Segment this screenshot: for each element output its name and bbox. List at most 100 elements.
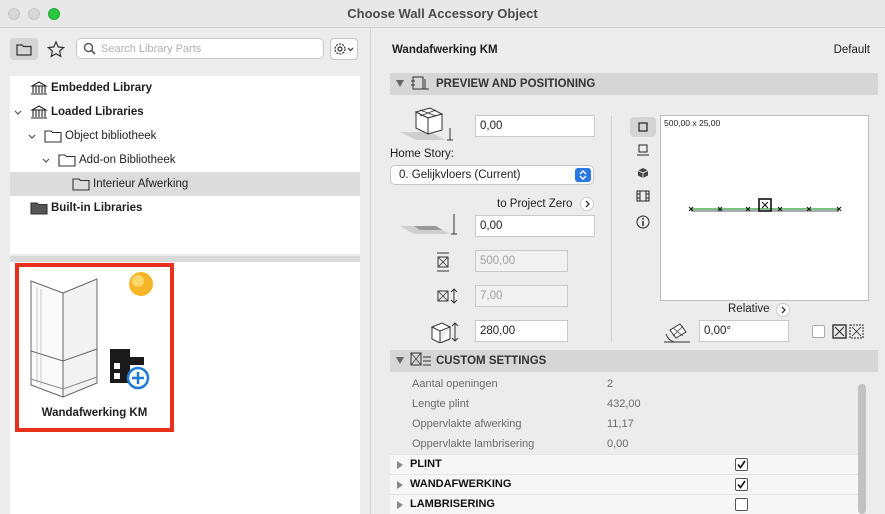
info-button[interactable] bbox=[630, 212, 656, 232]
param-value: 0,00 bbox=[607, 438, 629, 450]
chevron-right-icon bbox=[585, 200, 590, 208]
sun-status-icon bbox=[129, 272, 153, 296]
collapse-triangle-icon[interactable] bbox=[396, 357, 404, 364]
library-building-icon bbox=[30, 81, 48, 95]
section-header-custom-settings[interactable]: CUSTOM SETTINGS bbox=[390, 350, 878, 372]
home-story-value: 0. Gelijkvloers (Current) bbox=[399, 169, 521, 181]
tree-label: Embedded Library bbox=[51, 82, 152, 94]
param-name: Lengte plint bbox=[412, 398, 469, 410]
tree-item-built-in-libraries[interactable]: Built-in Libraries bbox=[10, 196, 360, 220]
group-row-lambrisering[interactable]: LAMBRISERING bbox=[390, 494, 862, 514]
square-view-icon bbox=[638, 122, 648, 132]
title-bar: Choose Wall Accessory Object bbox=[0, 0, 885, 28]
project-zero-icon bbox=[400, 214, 457, 235]
plint-checkbox[interactable] bbox=[735, 458, 748, 471]
expand-triangle-icon[interactable] bbox=[397, 461, 403, 469]
chevron-down-icon[interactable] bbox=[41, 156, 51, 166]
relative-menu-button[interactable] bbox=[776, 303, 790, 317]
group-name: LAMBRISERING bbox=[410, 498, 495, 510]
settings-pane: Wandafwerking KM Default PREVIEW AND POS… bbox=[382, 28, 885, 514]
view-section-button[interactable] bbox=[630, 140, 656, 160]
lambrisering-checkbox[interactable] bbox=[735, 498, 748, 511]
side-view-icon bbox=[637, 144, 649, 156]
library-tree: Embedded Library Loaded Libraries Object… bbox=[10, 76, 360, 254]
param-value: 432,00 bbox=[607, 398, 641, 410]
tree-item-object-bibliotheek[interactable]: Object bibliotheek bbox=[10, 124, 360, 148]
plan-preview-drawing bbox=[688, 198, 842, 212]
width-dimension-icon bbox=[437, 252, 449, 272]
checkmark-icon bbox=[737, 460, 746, 469]
tree-label: Add-on Bibliotheek bbox=[79, 154, 176, 166]
to-project-zero-label: to Project Zero bbox=[497, 198, 573, 210]
view-2d-button[interactable] bbox=[630, 117, 656, 137]
add-object-icon bbox=[110, 349, 150, 390]
param-name: Oppervlakte lambrisering bbox=[412, 438, 535, 450]
object-gallery: Wandafwerking KM bbox=[10, 262, 360, 514]
tree-label: Built-in Libraries bbox=[51, 202, 143, 214]
custom-settings-icon bbox=[410, 352, 431, 366]
tree-label: Object bibliotheek bbox=[65, 130, 157, 142]
expand-triangle-icon[interactable] bbox=[397, 481, 403, 489]
tree-label: Interieur Afwerking bbox=[93, 178, 189, 190]
section-vertical-separator bbox=[611, 116, 612, 342]
search-input[interactable] bbox=[101, 41, 316, 56]
height-dimension-icon bbox=[430, 322, 459, 343]
cube-icon bbox=[637, 168, 649, 178]
collapse-triangle-icon[interactable] bbox=[396, 80, 404, 87]
dialog-window: Choose Wall Accessory Object Embedded Li… bbox=[0, 0, 885, 514]
folder-icon bbox=[44, 130, 62, 143]
search-icon bbox=[83, 42, 96, 55]
group-row-plint[interactable]: PLINT bbox=[390, 454, 862, 474]
mirror-checkbox[interactable] bbox=[812, 325, 825, 338]
elevation-field[interactable]: 0,00 bbox=[475, 115, 595, 137]
dropdown-stepper-icon bbox=[575, 168, 591, 182]
preview-canvas[interactable]: 500,00 x 25,00 bbox=[660, 115, 869, 301]
view-3d-button[interactable] bbox=[630, 163, 656, 183]
library-toolbar bbox=[0, 28, 370, 68]
folder-view-button[interactable] bbox=[10, 38, 38, 60]
elevation-icon bbox=[400, 107, 453, 141]
view-elevation-button[interactable] bbox=[630, 186, 656, 206]
checkmark-icon bbox=[737, 480, 746, 489]
table-row: Aantal openingen 2 bbox=[390, 375, 862, 395]
section-header-preview[interactable]: PREVIEW AND POSITIONING bbox=[390, 73, 878, 95]
home-story-dropdown[interactable]: 0. Gelijkvloers (Current) bbox=[390, 165, 594, 185]
chevron-down-icon[interactable] bbox=[13, 108, 23, 118]
folder-icon bbox=[72, 178, 90, 191]
folder-icon bbox=[16, 43, 32, 56]
tree-item-add-on-bibliotheek[interactable]: Add-on Bibliotheek bbox=[10, 148, 360, 172]
home-story-label: Home Story: bbox=[390, 148, 454, 160]
dimension-b-field: 7,00 bbox=[475, 285, 568, 307]
group-name: WANDAFWERKING bbox=[410, 478, 512, 490]
custom-settings-scrollbar[interactable] bbox=[858, 384, 866, 514]
window-title: Choose Wall Accessory Object bbox=[347, 6, 538, 21]
chevron-down-icon[interactable] bbox=[27, 132, 37, 142]
height-field[interactable]: 280,00 bbox=[475, 320, 568, 342]
dimension-a-field: 500,00 bbox=[475, 250, 568, 272]
group-row-wandafwerking[interactable]: WANDAFWERKING bbox=[390, 474, 862, 494]
tree-item-interieur-afwerking[interactable]: Interieur Afwerking bbox=[10, 172, 360, 196]
gear-icon bbox=[334, 43, 354, 55]
tree-label: Loaded Libraries bbox=[51, 106, 144, 118]
angle-field[interactable]: 0,00° bbox=[699, 320, 789, 342]
project-zero-field[interactable]: 0,00 bbox=[475, 215, 595, 237]
tree-item-embedded-library[interactable]: Embedded Library bbox=[10, 76, 360, 100]
library-browser-pane: Embedded Library Loaded Libraries Object… bbox=[0, 28, 370, 514]
search-field[interactable] bbox=[76, 38, 324, 59]
preview-positioning-icon bbox=[411, 76, 429, 90]
folder-icon bbox=[58, 154, 76, 167]
expand-triangle-icon[interactable] bbox=[397, 501, 403, 509]
gallery-item-wandafwerking-km[interactable]: Wandafwerking KM bbox=[15, 263, 174, 432]
gallery-item-label: Wandafwerking KM bbox=[41, 407, 148, 419]
section-title: CUSTOM SETTINGS bbox=[436, 355, 547, 367]
relative-label: Relative bbox=[728, 303, 770, 315]
wandafwerking-checkbox[interactable] bbox=[735, 478, 748, 491]
favorites-button[interactable] bbox=[42, 38, 70, 60]
pane-divider[interactable] bbox=[370, 28, 382, 514]
param-name: Oppervlakte afwerking bbox=[412, 418, 522, 430]
default-label: Default bbox=[833, 44, 870, 56]
project-zero-menu-button[interactable] bbox=[580, 197, 594, 211]
tree-item-loaded-libraries[interactable]: Loaded Libraries bbox=[10, 100, 360, 124]
settings-menu-button[interactable] bbox=[330, 38, 358, 60]
folder-icon bbox=[30, 202, 48, 215]
